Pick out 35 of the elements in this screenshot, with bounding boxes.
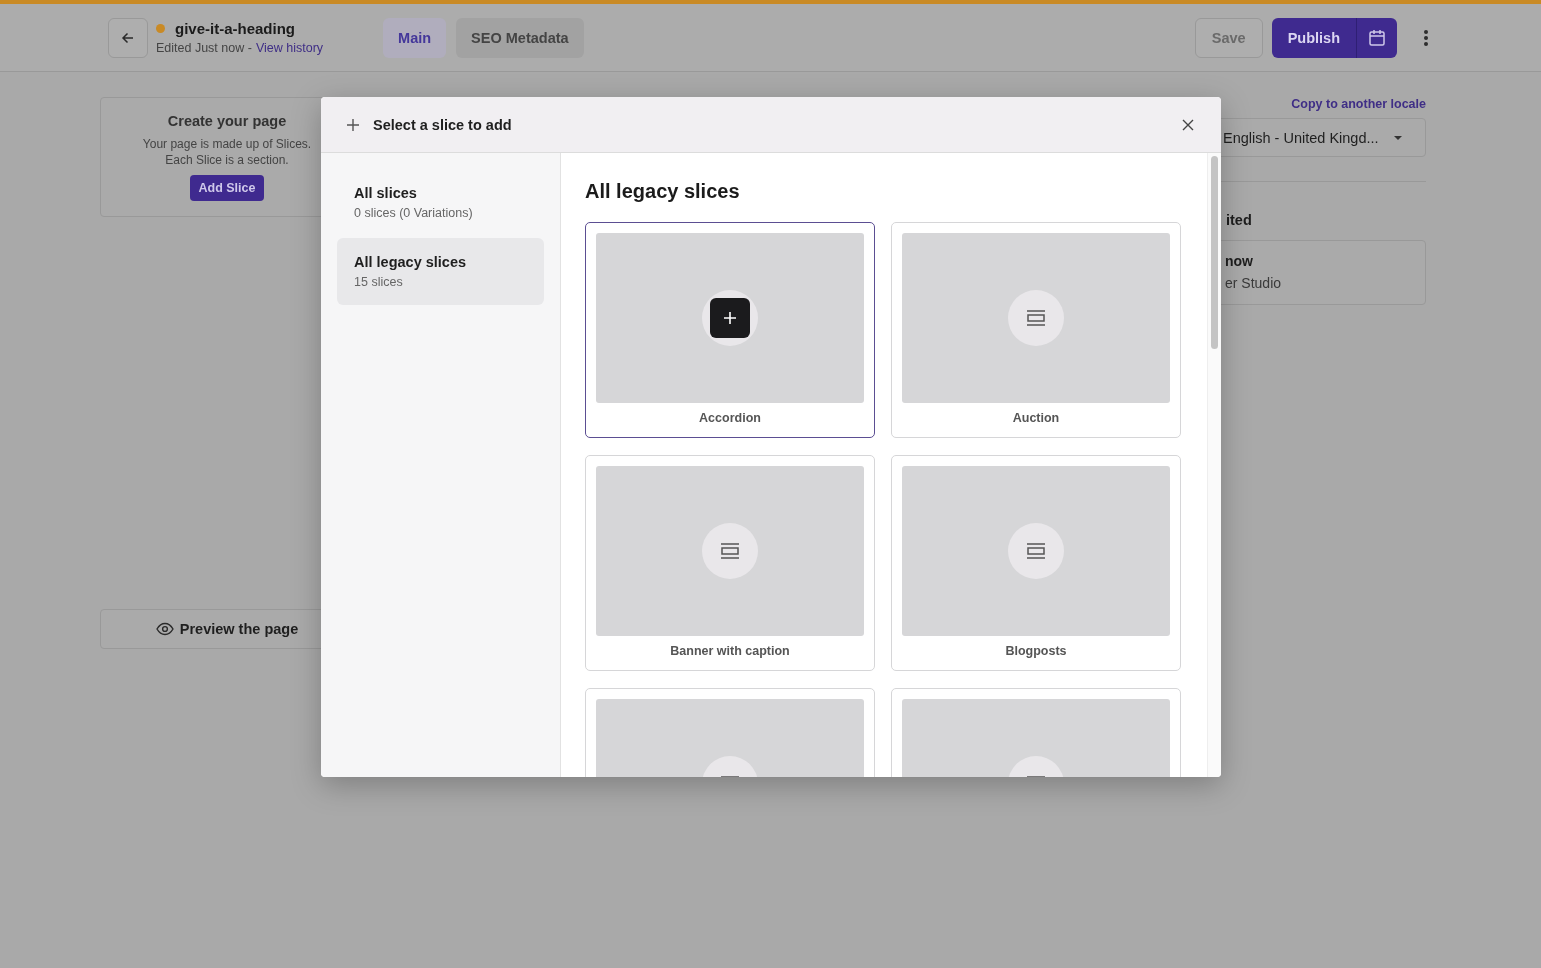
section-title: All legacy slices xyxy=(585,180,741,203)
back-button[interactable] xyxy=(108,17,148,58)
slice-card[interactable]: Blogposts xyxy=(891,455,1181,671)
plus-icon xyxy=(346,117,360,132)
scrollbar[interactable] xyxy=(1207,153,1221,777)
add-icon xyxy=(710,298,750,338)
edited-text: Edited Just now - xyxy=(156,41,252,55)
entry-title: now xyxy=(1225,253,1254,269)
tab[interactable]: Main xyxy=(383,17,447,58)
schedule-button[interactable] xyxy=(1357,17,1397,58)
card-description: Your page is made up of Slices. Each Slice is a section. xyxy=(141,136,313,168)
slice-icon xyxy=(720,543,740,559)
slice-card[interactable]: Auction xyxy=(891,222,1181,438)
close-icon xyxy=(1181,117,1195,132)
slice-icon xyxy=(1026,543,1046,559)
eye-icon xyxy=(155,622,174,636)
entry-subtitle: er Studio xyxy=(1225,275,1283,291)
copy-locale-link[interactable]: Copy to another locale xyxy=(1291,97,1426,111)
add-slice-button[interactable]: Add Slice xyxy=(189,175,265,201)
section-heading: ited xyxy=(1225,212,1253,228)
category-item[interactable]: All legacy slices 15 slices xyxy=(337,238,544,305)
view-history-link[interactable]: View history xyxy=(255,41,324,55)
slice-card[interactable]: Banner with caption xyxy=(585,455,875,671)
document-title: give-it-a-heading xyxy=(175,20,295,37)
category-item[interactable]: All slices 0 slices (0 Variations) xyxy=(337,169,544,236)
dialog-title: Select a slice to add xyxy=(373,116,512,133)
card-title: Create your page xyxy=(167,113,287,129)
more-icon xyxy=(1423,28,1429,47)
publish-button[interactable]: Publish xyxy=(1271,17,1357,58)
dropdown-caret-icon xyxy=(1393,134,1403,141)
calendar-icon xyxy=(1367,27,1387,48)
status-dot-icon xyxy=(156,24,165,33)
slice-card[interactable]: Accordion xyxy=(585,222,875,438)
tab[interactable]: SEO Metadata xyxy=(456,17,584,58)
slice-icon xyxy=(1026,310,1046,326)
